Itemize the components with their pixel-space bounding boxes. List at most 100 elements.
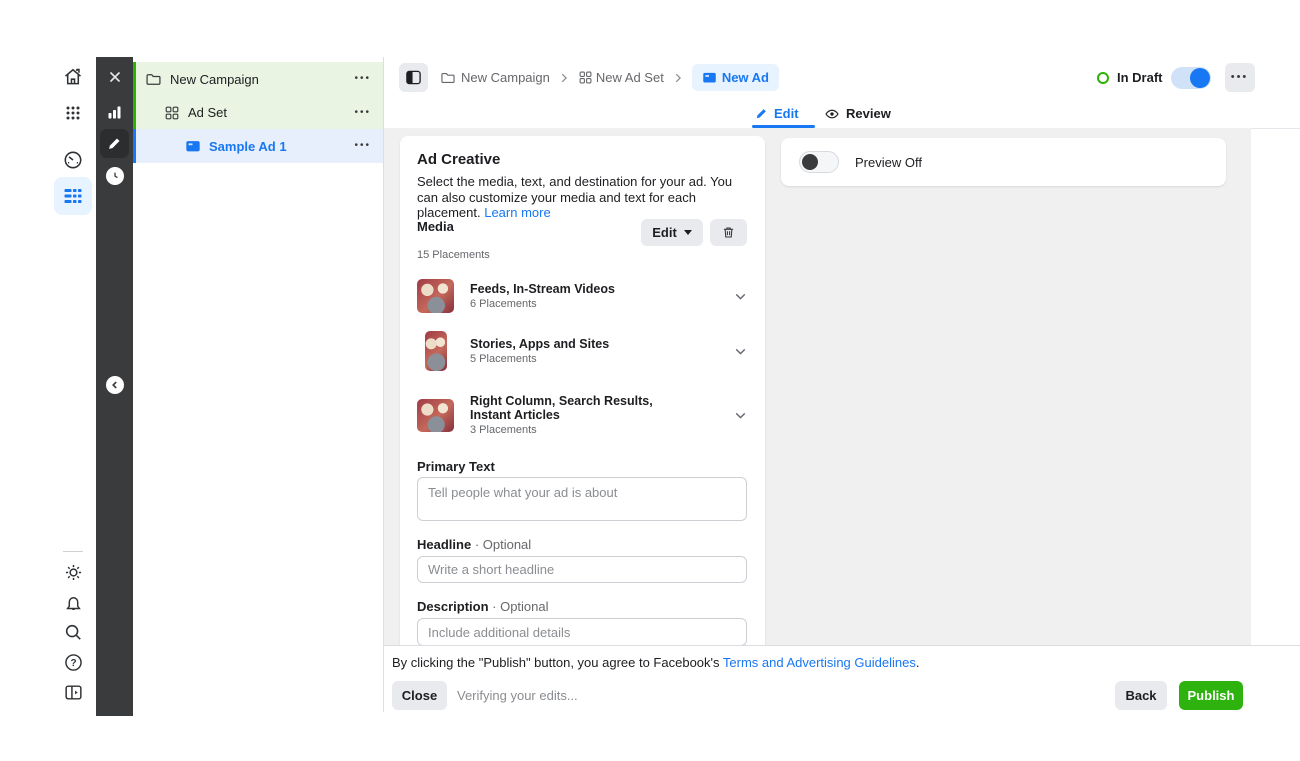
headline-input[interactable] xyxy=(417,556,747,583)
ad-active-strip xyxy=(133,129,136,163)
headline-optional-text: · Optional xyxy=(475,537,531,552)
ad-creative-description: Select the media, text, and destination … xyxy=(417,174,749,221)
tree-row-ad-selected[interactable]: Sample Ad 1 ••• xyxy=(133,129,383,163)
gauge-icon[interactable] xyxy=(59,146,87,174)
home-icon[interactable] xyxy=(59,63,87,91)
close-editor-icon[interactable] xyxy=(96,62,133,92)
verifying-status: Verifying your edits... xyxy=(457,681,578,710)
draft-status-group: In Draft ••• xyxy=(1097,63,1255,92)
preview-card: Preview Off xyxy=(781,138,1226,186)
tab-edit[interactable]: Edit xyxy=(755,100,799,127)
media-delete-button[interactable] xyxy=(710,219,747,246)
eye-icon xyxy=(824,106,840,122)
ad-creative-card: Ad Creative Select the media, text, and … xyxy=(400,136,765,645)
agreement-suffix: . xyxy=(916,655,920,670)
help-icon[interactable]: ? xyxy=(59,648,87,676)
tab-review[interactable]: Review xyxy=(824,100,891,127)
feeds-thumbnail xyxy=(417,279,454,313)
ellipsis-icon: ••• xyxy=(1231,72,1249,83)
description-label: Description · Optional xyxy=(417,599,549,614)
ad-icon xyxy=(185,138,201,154)
draft-toggle[interactable] xyxy=(1171,67,1211,89)
editor-footer: By clicking the "Publish" button, you ag… xyxy=(384,645,1300,713)
chevron-down-icon[interactable] xyxy=(732,407,749,424)
toggle-tree-panel-button[interactable] xyxy=(399,63,428,92)
close-button[interactable]: Close xyxy=(392,681,447,710)
agreement-text: By clicking the "Publish" button, you ag… xyxy=(392,655,919,670)
history-clock-icon[interactable] xyxy=(106,167,124,185)
preview-toggle-label: Preview Off xyxy=(855,155,922,170)
tab-edit-label: Edit xyxy=(774,106,799,121)
headline-label: Headline · Optional xyxy=(417,537,531,552)
description-label-text: Description xyxy=(417,599,489,614)
tree-row-campaign[interactable]: New Campaign ••• xyxy=(133,62,383,96)
media-edit-button[interactable]: Edit xyxy=(641,219,703,246)
header-more-menu-button[interactable]: ••• xyxy=(1225,63,1255,92)
preview-toggle[interactable] xyxy=(799,151,839,173)
ad-creative-title: Ad Creative xyxy=(417,151,500,168)
side-panel-icon[interactable] xyxy=(59,678,87,706)
placement-subtitle: 3 Placements xyxy=(470,424,732,436)
campaign-menu-icon[interactable]: ••• xyxy=(348,70,377,88)
stories-thumbnail xyxy=(417,331,454,371)
settings-gear-icon[interactable] xyxy=(59,558,87,586)
primary-text-input[interactable] xyxy=(417,477,747,521)
ad-menu-icon[interactable]: ••• xyxy=(348,137,377,155)
breadcrumb: New Campaign New Ad Set New Ad xyxy=(440,63,779,92)
ad-creative-description-text: Select the media, text, and destination … xyxy=(417,174,732,220)
draft-status-label: In Draft xyxy=(1117,70,1163,85)
tree-campaign-label: New Campaign xyxy=(170,72,348,87)
tree-ad-label: Sample Ad 1 xyxy=(209,139,348,154)
search-icon[interactable] xyxy=(59,618,87,646)
breadcrumb-ad-label: New Ad xyxy=(722,70,769,85)
apps-grid-icon[interactable] xyxy=(59,99,87,127)
ads-manager-edit-window: ? xyxy=(0,0,1300,761)
campaigns-table-icon[interactable] xyxy=(54,177,92,215)
rail-divider xyxy=(63,551,83,552)
campaign-active-strip xyxy=(133,62,136,96)
breadcrumb-ad-current[interactable]: New Ad xyxy=(692,64,779,91)
breadcrumb-campaign-label: New Campaign xyxy=(461,70,550,85)
placement-row-right-column[interactable]: Right Column, Search Results, Instant Ar… xyxy=(417,390,749,440)
placement-text: Stories, Apps and Sites 5 Placements xyxy=(470,337,732,365)
placement-title: Feeds, In-Stream Videos xyxy=(470,282,670,296)
tree-row-adset[interactable]: Ad Set ••• xyxy=(133,96,383,129)
breadcrumb-campaign[interactable]: New Campaign xyxy=(440,70,550,86)
collapse-panel-icon[interactable] xyxy=(106,376,124,394)
publish-button[interactable]: Publish xyxy=(1179,681,1243,710)
chevron-right-icon xyxy=(557,71,571,85)
publish-button-label: Publish xyxy=(1188,688,1235,703)
chevron-down-icon[interactable] xyxy=(732,343,749,360)
placement-text: Feeds, In-Stream Videos 6 Placements xyxy=(470,282,732,310)
adset-menu-icon[interactable]: ••• xyxy=(348,104,377,122)
pencil-icon xyxy=(755,107,768,120)
chevron-down-icon[interactable] xyxy=(732,288,749,305)
close-button-label: Close xyxy=(402,688,437,703)
placement-subtitle: 5 Placements xyxy=(470,353,732,365)
breadcrumb-adset-label: New Ad Set xyxy=(596,70,664,85)
folder-icon xyxy=(440,70,456,86)
folder-icon xyxy=(145,71,162,88)
placement-text: Right Column, Search Results, Instant Ar… xyxy=(470,394,732,436)
svg-text:?: ? xyxy=(70,658,76,669)
performance-chart-icon[interactable] xyxy=(96,97,133,127)
breadcrumb-adset[interactable]: New Ad Set xyxy=(578,70,664,85)
draft-status-dot-icon xyxy=(1097,72,1109,84)
placement-title: Right Column, Search Results, Instant Ar… xyxy=(470,394,670,422)
description-input[interactable] xyxy=(417,618,747,645)
notifications-bell-icon[interactable] xyxy=(59,588,87,616)
back-button-label: Back xyxy=(1125,688,1156,703)
media-edit-label: Edit xyxy=(652,225,677,240)
learn-more-link[interactable]: Learn more xyxy=(484,205,550,220)
terms-link[interactable]: Terms and Advertising Guidelines xyxy=(723,655,916,670)
placement-row-feeds[interactable]: Feeds, In-Stream Videos 6 Placements xyxy=(417,274,749,318)
placement-row-stories[interactable]: Stories, Apps and Sites 5 Placements xyxy=(417,328,749,374)
campaign-tree-panel: New Campaign ••• Ad Set ••• Sample xyxy=(133,57,383,712)
caret-down-icon xyxy=(684,230,692,235)
back-button[interactable]: Back xyxy=(1115,681,1167,710)
edit-pencil-tool[interactable] xyxy=(100,129,129,158)
trash-icon xyxy=(721,225,736,240)
placement-title: Stories, Apps and Sites xyxy=(470,337,670,351)
right-column-thumbnail xyxy=(417,399,454,432)
primary-text-label: Primary Text xyxy=(417,459,495,474)
